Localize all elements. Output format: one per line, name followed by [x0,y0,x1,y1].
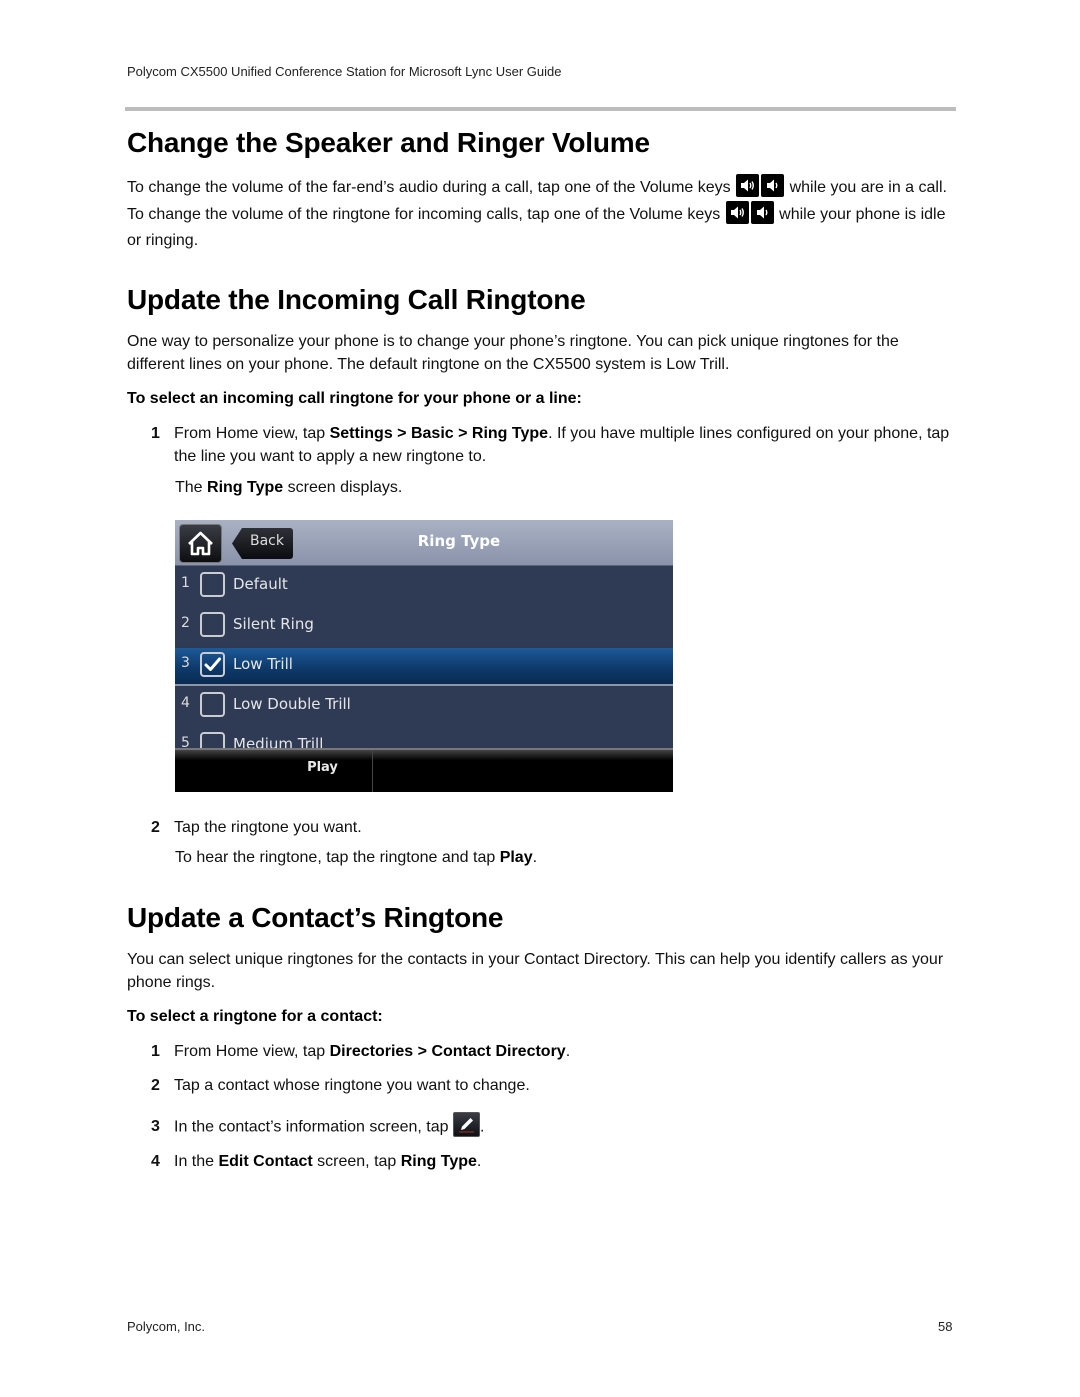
menu-ring-type: Ring Type [471,425,549,442]
page-number: 58 [938,1319,953,1334]
edit-pencil-icon [452,1112,480,1137]
play-softkey[interactable]: Play [175,750,373,792]
heading-contact-ringtone: Update a Contact’s Ringtone [127,902,504,933]
volume-up-icon [725,200,749,224]
step-text: Tap the ringtone you want. [174,819,362,836]
screen-edit-contact: Edit Contact [218,1153,313,1170]
step-number: 2 [151,819,160,836]
footer-company: Polycom, Inc. [127,1319,206,1334]
volume-paragraph: To change the volume of the far-end’s au… [127,174,957,255]
contact-paragraph: You can select unique ringtones for the … [127,951,944,991]
ring-type-screenshot: Back Ring Type 1 Default 2 Silent Ring 3… [175,520,673,792]
step-number: 1 [151,425,160,442]
softkey-bar: Play [175,748,673,792]
checkmark-icon [204,657,221,671]
header-rule [125,107,956,111]
menu-settings: Settings [329,425,393,442]
phone-screen-title: Ring Type [417,532,501,550]
menu-contact-directory: Contact Directory [431,1043,566,1060]
step-number: 4 [151,1153,160,1170]
step-text: Tap a contact whose ringtone you want to… [174,1077,530,1094]
heading-speaker-ringer-volume: Change the Speaker and Ringer Volume [127,127,650,158]
checkbox[interactable] [200,572,225,597]
ringtone-item-low-double-trill[interactable]: 4 Low Double Trill [175,686,673,726]
incoming-step-2-detail: To hear the ringtone, tap the ringtone a… [175,849,538,866]
volume-down-icon [761,174,785,198]
step-text: From Home view, tap Settings > Basic > R… [174,425,950,465]
ringtone-item-low-trill[interactable]: 3 Low Trill [175,648,673,686]
incoming-step-1: 1 From Home view, tap Settings > Basic >… [151,422,956,470]
phone-title-bar: Back Ring Type [175,520,673,566]
step-text: From Home view, tap Directories > Contac… [174,1043,571,1060]
menu-ring-type: Ring Type [400,1153,477,1170]
step-number: 3 [151,1118,160,1135]
heading-incoming-call-ringtone: Update the Incoming Call Ringtone [127,284,586,315]
ringtone-item-silent-ring[interactable]: 2 Silent Ring [175,606,673,646]
procedure-title-incoming: To select an incoming call ringtone for … [127,390,582,407]
checkbox[interactable] [200,612,225,637]
step-number: 1 [151,1043,160,1060]
step-text: In the Edit Contact screen, tap Ring Typ… [174,1153,482,1170]
incoming-step-1-result: The Ring Type screen displays. [175,479,403,496]
running-header: Polycom CX5500 Unified Conference Statio… [127,64,562,79]
volume-text-1: To change the volume of the far-end’s au… [127,179,731,196]
checkbox[interactable] [200,692,225,717]
checkbox-checked[interactable] [200,652,225,677]
step-text: In the contact’s information screen, tap… [174,1112,954,1140]
procedure-title-contact: To select a ringtone for a contact: [127,1008,383,1025]
step-number: 2 [151,1077,160,1094]
menu-directories: Directories [329,1043,414,1060]
ringtone-item-default[interactable]: 1 Default [175,566,673,606]
incoming-paragraph: One way to personalize your phone is to … [127,333,899,373]
volume-down-icon [750,200,774,224]
menu-basic: Basic [410,425,454,442]
volume-up-icon [736,174,760,198]
